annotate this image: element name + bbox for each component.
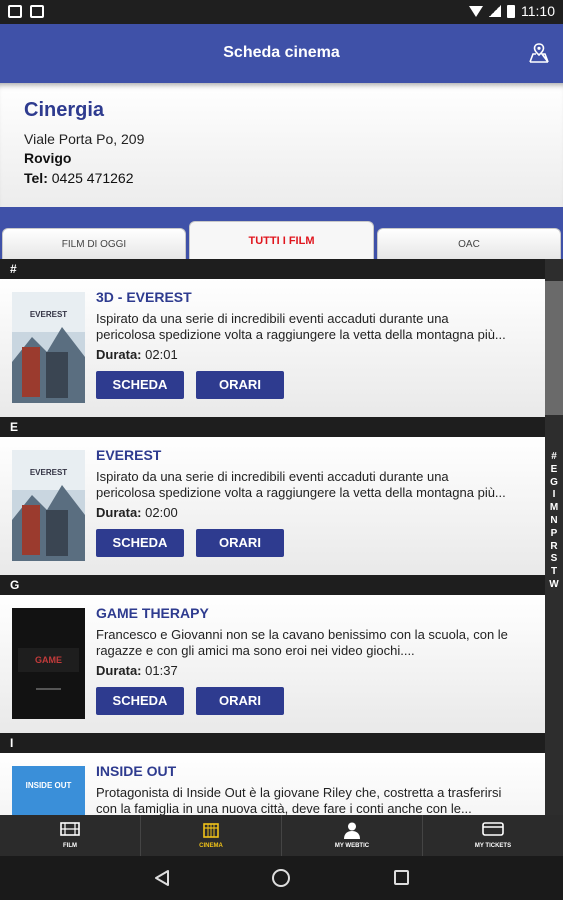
movie-poster: GAME <box>12 608 85 719</box>
description-line: con la famiglia in una nuova città, deve… <box>96 801 472 815</box>
nav-my-webtic[interactable]: MY WEBTIC <box>282 815 423 856</box>
cinema-address: Viale Porta Po, 209 <box>24 131 145 147</box>
battery-icon <box>507 4 515 18</box>
nav-label: MY WEBTIC <box>334 843 370 849</box>
movie-description: Francesco e Giovanni non se la cavano be… <box>96 627 536 659</box>
cinema-info-card: Cinergia Viale Porta Po, 209 Rovigo Tel:… <box>0 83 563 207</box>
orari-button[interactable]: ORARI <box>196 529 284 557</box>
index-letter[interactable]: S <box>545 553 563 566</box>
cinema-name: Cinergia <box>24 99 105 121</box>
duration-label: Durata: <box>96 347 142 362</box>
cinema-icon <box>203 823 219 838</box>
nav-my-tickets[interactable]: MY TICKETS <box>423 815 563 856</box>
notification-icon <box>8 5 22 18</box>
poster-title: INSIDE OUT <box>26 781 72 790</box>
ticket-icon <box>482 822 504 836</box>
cinema-phone[interactable]: Tel: 0425 471262 <box>24 170 134 186</box>
poster-title: EVEREST <box>30 468 67 477</box>
nav-label: FILM <box>63 843 77 849</box>
movie-description: Ispirato da una serie di incredibili eve… <box>96 311 536 343</box>
user-icon <box>344 822 360 839</box>
index-letter[interactable]: M <box>545 502 563 515</box>
nav-film[interactable]: FILM <box>0 815 141 856</box>
movie-title: 3D - EVEREST <box>96 289 192 305</box>
section-header: I <box>0 733 545 753</box>
phone-label: Tel: <box>24 170 48 186</box>
description-line: Ispirato da una serie di incredibili eve… <box>96 311 449 326</box>
description-line: Ispirato da una serie di incredibili eve… <box>96 469 449 484</box>
phone-number: 0425 471262 <box>51 170 134 186</box>
movie-description: Protagonista di Inside Out è la giovane … <box>96 785 536 815</box>
scheda-button[interactable]: SCHEDA <box>96 687 184 715</box>
status-time: 11:10 <box>521 3 555 19</box>
description-line: ragazze e con gli amici ma sono eroi nei… <box>96 643 415 658</box>
recent-apps-icon[interactable] <box>394 870 409 885</box>
bottom-navigation: FILM CINEMA MY WEBTIC MY TICKETS <box>0 815 563 856</box>
index-letter[interactable]: P <box>545 528 563 541</box>
index-letter[interactable]: W <box>545 579 563 592</box>
orari-button[interactable]: ORARI <box>196 687 284 715</box>
home-icon[interactable] <box>272 869 290 887</box>
scheda-button[interactable]: SCHEDA <box>96 371 184 399</box>
duration-value: 02:01 <box>145 347 178 362</box>
index-letter[interactable]: T <box>545 566 563 579</box>
tab-film-di-oggi[interactable]: FILM DI OGGI <box>2 228 186 259</box>
alphabet-index[interactable]: # E G I M N P R S T W <box>545 259 563 815</box>
poster-title: EVEREST <box>30 310 67 319</box>
movie-duration: Durata: 02:01 <box>96 347 178 362</box>
wifi-icon <box>469 5 483 17</box>
duration-label: Durata: <box>96 505 142 520</box>
tab-oac[interactable]: OAC <box>377 228 561 259</box>
index-letter[interactable]: G <box>545 477 563 490</box>
index-letter[interactable]: I <box>545 489 563 502</box>
section-header: G <box>0 575 545 595</box>
index-letter[interactable]: # <box>545 451 563 464</box>
duration-value: 02:00 <box>145 505 178 520</box>
photo-notification-icon <box>30 5 44 18</box>
system-navigation <box>0 856 563 900</box>
poster-title: GAME <box>35 655 62 665</box>
movie-item[interactable]: GAME GAME THERAPY Francesco e Giovanni n… <box>0 595 545 733</box>
index-letter[interactable]: N <box>545 515 563 528</box>
movie-title: GAME THERAPY <box>96 605 209 621</box>
page-title: Scheda cinema <box>223 44 340 61</box>
description-line: pericolosa spedizione volta a raggiunger… <box>96 327 506 342</box>
description-line: Protagonista di Inside Out è la giovane … <box>96 785 502 800</box>
nav-label: CINEMA <box>199 843 223 849</box>
movie-poster: INSIDE OUT <box>12 766 85 815</box>
index-letter[interactable]: E <box>545 464 563 477</box>
movie-item[interactable]: EVEREST 3D - EVEREST Ispirato da una ser… <box>0 279 545 417</box>
scheda-button[interactable]: SCHEDA <box>96 529 184 557</box>
movie-item[interactable]: INSIDE OUT INSIDE OUT Protagonista di In… <box>0 753 545 815</box>
movie-duration: Durata: 02:00 <box>96 505 178 520</box>
duration-value: 01:37 <box>145 663 178 678</box>
cinema-city: Rovigo <box>24 150 72 166</box>
app-bar: Scheda cinema <box>0 24 563 83</box>
film-icon <box>60 822 80 836</box>
movie-poster: EVEREST <box>12 292 85 403</box>
movie-description: Ispirato da una serie di incredibili eve… <box>96 469 536 501</box>
signal-icon <box>489 5 501 17</box>
movie-list[interactable]: # EVEREST 3D - EVEREST Ispirato da una s… <box>0 259 545 815</box>
movie-title: EVEREST <box>96 447 162 463</box>
section-header: # <box>0 259 545 279</box>
movie-title: INSIDE OUT <box>96 763 177 779</box>
map-location-icon[interactable] <box>527 41 551 65</box>
section-header: E <box>0 417 545 437</box>
movie-duration: Durata: 01:37 <box>96 663 178 678</box>
index-letter[interactable]: R <box>545 541 563 554</box>
description-line: pericolosa spedizione volta a raggiunger… <box>96 485 506 500</box>
movie-poster: EVEREST <box>12 450 85 561</box>
tab-tutti-i-film[interactable]: TUTTI I FILM <box>189 221 374 259</box>
duration-label: Durata: <box>96 663 142 678</box>
scroll-thumb[interactable] <box>545 281 563 415</box>
nav-label: MY TICKETS <box>474 843 512 849</box>
movie-item[interactable]: EVEREST EVEREST Ispirato da una serie di… <box>0 437 545 575</box>
back-icon[interactable] <box>153 869 171 887</box>
status-bar: 11:10 <box>0 0 563 24</box>
description-line: Francesco e Giovanni non se la cavano be… <box>96 627 508 642</box>
orari-button[interactable]: ORARI <box>196 371 284 399</box>
nav-cinema[interactable]: CINEMA <box>141 815 282 856</box>
